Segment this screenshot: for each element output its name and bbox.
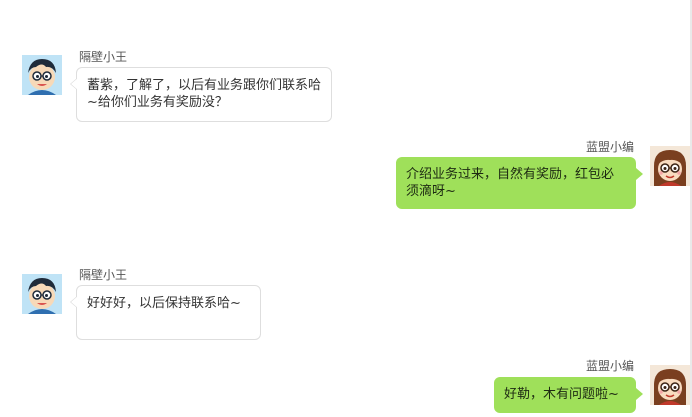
sender-name: 隔壁小王 (79, 268, 128, 282)
incoming-message-bubble: 蓄紫，了解了，以后有业务跟你们联系哈~给你们业务有奖励没？ (70, 67, 332, 122)
outgoing-message-bubble: 介绍业务过来，自然有奖励，红包必须滴呀~ (396, 157, 643, 209)
girl-avatar-icon[interactable] (650, 365, 690, 405)
boy-avatar-icon[interactable] (22, 274, 62, 314)
outgoing-message-bubble: 好勒，木有问题啦~ (494, 377, 643, 413)
girl-avatar-icon[interactable] (650, 146, 690, 186)
incoming-message-bubble: 好好好，以后保持联系哈~ (70, 285, 261, 340)
sender-name: 隔壁小王 (79, 50, 128, 64)
sender-name: 蓝盟小编 (585, 140, 634, 154)
boy-avatar-icon[interactable] (22, 55, 62, 95)
sender-name: 蓝盟小编 (585, 359, 634, 373)
